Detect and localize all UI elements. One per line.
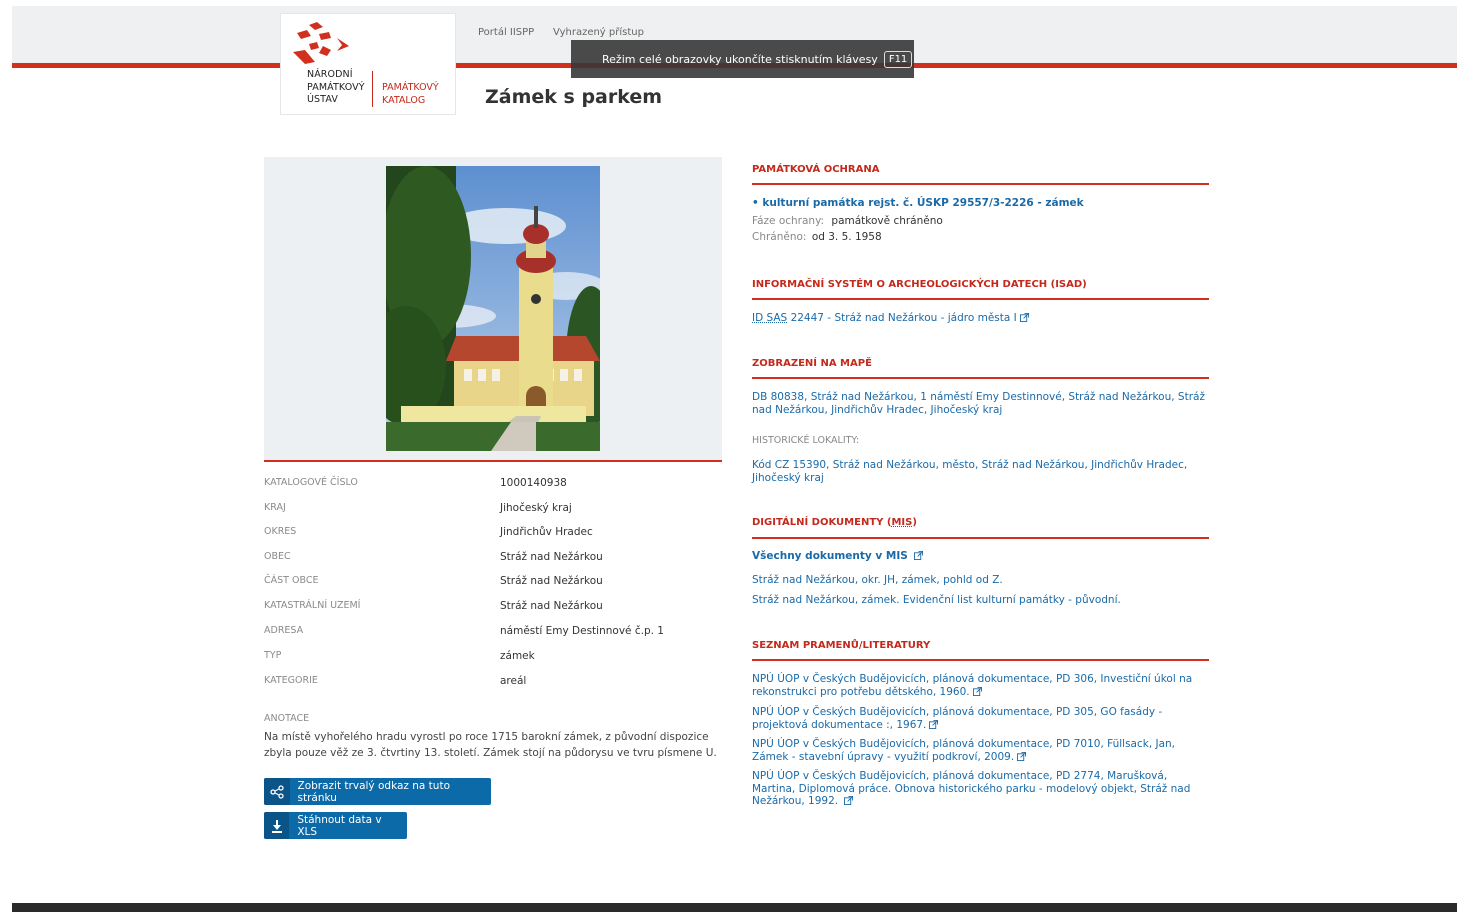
protected-since-value: od 3. 5. 1958: [811, 231, 882, 243]
detail-label: ČÁST OBCE: [264, 575, 319, 586]
logo-pk-line1: PAMÁTKOVÝ: [382, 82, 439, 93]
download-xls-button[interactable]: Stáhnout data v XLS: [264, 812, 407, 839]
isad-sas-link[interactable]: ID SAS 22447 - Stráž nad Nežárkou - jádr…: [752, 312, 1209, 325]
source-link[interactable]: NPÚ ÚOP v Českých Budějovicích, plánová …: [752, 770, 1209, 808]
share-icon: [264, 778, 290, 805]
historic-locality-link[interactable]: Kód CZ 15390, Stráž nad Nežárkou, město,…: [752, 459, 1209, 484]
fullscreen-key: F11: [883, 50, 913, 68]
annotation-text: Na místě vyhořelého hradu vyrostl po roc…: [264, 731, 717, 759]
document-link[interactable]: Stráž nad Nežárkou, okr. JH, zámek, pohl…: [752, 574, 1209, 587]
documents-title-suffix: ): [912, 517, 917, 528]
all-documents-link-text: Všechny dokumenty v MIS: [752, 550, 908, 562]
detail-value: zámek: [500, 650, 535, 662]
section-title-documents: DIGITÁLNÍ DOKUMENTY (MIS): [752, 517, 917, 528]
detail-label: ADRESA: [264, 625, 304, 636]
section-divider: [752, 183, 1209, 185]
external-link-icon: [972, 686, 982, 696]
logo[interactable]: NÁRODNÍ PAMÁTKOVÝ ÚSTAV PAMÁTKOVÝ KATALO…: [280, 13, 456, 115]
all-documents-link[interactable]: Všechny dokumenty v MIS: [752, 550, 1209, 563]
external-link-icon: [913, 551, 923, 560]
permalink-button-label: Zobrazit trvalý odkaz na tuto stránku: [297, 779, 450, 804]
protection-phase-value: památkově chráněno: [831, 215, 943, 227]
section-divider: [752, 659, 1209, 661]
permalink-button[interactable]: Zobrazit trvalý odkaz na tuto stránku: [264, 778, 491, 805]
external-link-icon: [1019, 313, 1029, 322]
detail-value: Stráž nad Nežárkou: [500, 551, 603, 563]
detail-label: TYP: [264, 650, 282, 661]
source-link[interactable]: NPÚ ÚOP v Českých Budějovicích, plánová …: [752, 673, 1209, 698]
protected-since-label: Chráněno:: [752, 231, 807, 243]
logo-line1: NÁRODNÍ: [307, 69, 353, 80]
detail-value: Jihočeský kraj: [500, 502, 572, 514]
logo-npu-text: NÁRODNÍ PAMÁTKOVÝ ÚSTAV: [307, 69, 365, 107]
source-text: NPÚ ÚOP v Českých Budějovicích, plánová …: [752, 738, 1176, 763]
download-button-label: Stáhnout data v XLS: [297, 813, 382, 838]
detail-value: Stráž nad Nežárkou: [500, 575, 603, 587]
section-title-sources: SEZNAM PRAMENŮ/LITERATURY: [752, 640, 931, 651]
document-link[interactable]: Stráž nad Nežárkou, zámek. Evidenční lis…: [752, 594, 1209, 607]
section-title-protection: PAMÁTKOVÁ OCHRANA: [752, 164, 880, 175]
logo-pk-text: PAMÁTKOVÝ KATALOG: [382, 82, 439, 107]
source-link[interactable]: NPÚ ÚOP v Českých Budějovicích, plánová …: [752, 706, 1209, 731]
section-divider: [752, 298, 1209, 300]
detail-value: náměstí Emy Destinnové č.p. 1: [500, 625, 664, 637]
nav-portal-iispp[interactable]: Portál IISPP: [478, 27, 534, 38]
monument-register-link[interactable]: • kulturní památka rejst. č. ÚSKP 29557/…: [752, 197, 1209, 210]
protected-since: Chráněno: od 3. 5. 1958: [752, 231, 882, 243]
external-link-icon: [929, 719, 939, 729]
logo-pk-line2: KATALOG: [382, 94, 426, 106]
castle-photo-image: [386, 166, 600, 451]
detail-value: areál: [500, 675, 527, 687]
section-title-isad: INFORMAČNÍ SYSTÉM O ARCHEOLOGICKÝCH DATE…: [752, 279, 1087, 290]
protection-phase-label: Fáze ochrany:: [752, 215, 825, 227]
section-title-map: ZOBRAZENÍ NA MAPĚ: [752, 358, 872, 369]
nav-restricted-access[interactable]: Vyhrazený přístup: [553, 27, 644, 38]
detail-label: OKRES: [264, 526, 297, 537]
detail-label: OBEC: [264, 551, 291, 562]
npu-logo-mark-icon: [293, 22, 349, 64]
isad-sas-abbr: ID SAS: [752, 312, 788, 324]
detail-label: KATEGORIE: [264, 675, 318, 686]
source-link[interactable]: NPÚ ÚOP v Českých Budějovicích, plánová …: [752, 738, 1209, 763]
section-divider: [752, 537, 1209, 539]
source-text: NPÚ ÚOP v Českých Budějovicích, plánová …: [752, 770, 1191, 807]
section-divider: [752, 377, 1209, 379]
detail-label: KRAJ: [264, 502, 286, 513]
isad-sas-link-text: 22447 - Stráž nad Nežárkou - jádro města…: [787, 312, 1017, 324]
castle-photo[interactable]: [386, 166, 600, 451]
external-link-icon: [1017, 751, 1027, 761]
page-title: Zámek s parkem: [485, 86, 663, 108]
fullscreen-notice-text: Režim celé obrazovky ukončíte stisknutím…: [602, 52, 878, 66]
detail-value: 1000140938: [500, 477, 567, 489]
logo-separator: [372, 71, 373, 107]
detail-label: KATALOGOVÉ ČÍSLO: [264, 477, 358, 488]
detail-value: Stráž nad Nežárkou: [500, 600, 603, 612]
map-location-link[interactable]: DB 80838, Stráž nad Nežárkou, 1 náměstí …: [752, 391, 1209, 416]
logo-line2: PAMÁTKOVÝ: [307, 81, 365, 93]
external-link-icon: [844, 796, 854, 805]
documents-title-prefix: DIGITÁLNÍ DOKUMENTY (: [752, 517, 892, 528]
documents-title-abbr: MIS: [891, 517, 913, 528]
historic-localities-label: HISTORICKÉ LOKALITY:: [752, 435, 860, 446]
download-icon: [264, 812, 290, 839]
detail-value: Jindřichův Hradec: [500, 526, 593, 538]
photo-divider: [264, 460, 722, 462]
footer-bar: [12, 903, 1457, 912]
logo-line3: ÚSTAV: [307, 94, 338, 105]
source-text: NPÚ ÚOP v Českých Budějovicích, plánová …: [752, 706, 1163, 731]
annotation-label: ANOTACE: [264, 713, 310, 724]
protection-phase: Fáze ochrany: památkově chráněno: [752, 215, 943, 227]
fullscreen-notice: Režim celé obrazovky ukončíte stisknutím…: [571, 40, 914, 78]
detail-label: KATASTRÁLNÍ UZEMÍ: [264, 600, 361, 611]
